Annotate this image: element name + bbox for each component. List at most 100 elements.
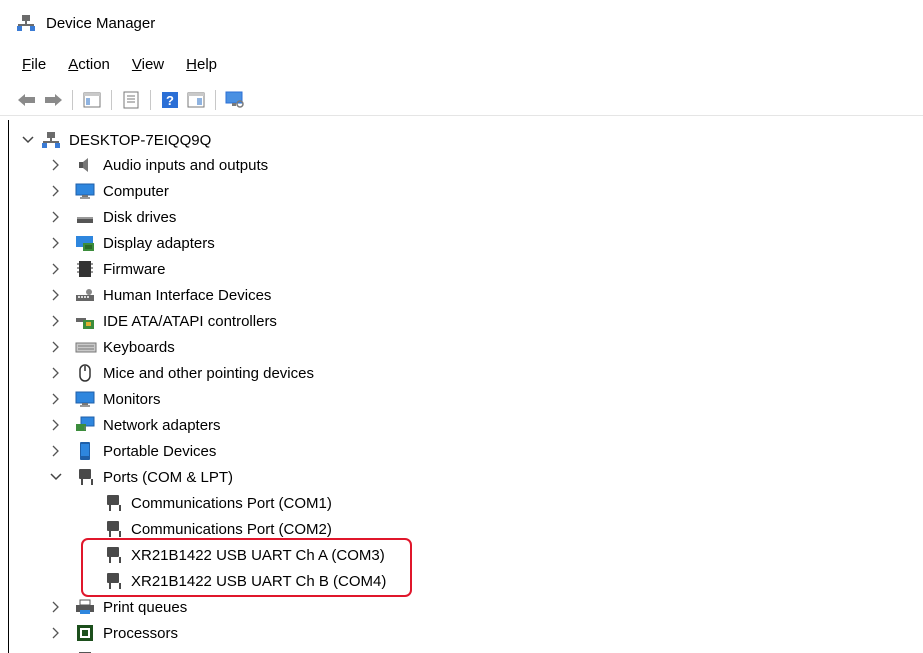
menu-file-rest: ile — [31, 55, 47, 73]
port-item-label: Communications Port (COM2) — [131, 520, 332, 538]
tree-item-label: Display adapters — [103, 234, 215, 252]
speaker-icon — [75, 156, 95, 174]
tree-item-print-queues[interactable]: Print queues — [49, 596, 187, 618]
tree-item-hid[interactable]: Human Interface Devices — [49, 284, 271, 306]
menu-help-accel: H — [186, 55, 197, 73]
tree-item-label: IDE ATA/ATAPI controllers — [103, 312, 277, 330]
port-icon — [75, 468, 95, 486]
tree-item-label: Portable Devices — [103, 442, 217, 460]
title-bar: Device Manager — [0, 0, 923, 46]
tree-item-audio[interactable]: Audio inputs and outputs — [49, 154, 268, 176]
tree-root-label: DESKTOP-7EIQQ9Q — [69, 131, 212, 149]
network-adapter-icon — [75, 416, 95, 434]
svg-text:?: ? — [166, 93, 174, 108]
tree-item-processors[interactable]: Processors — [49, 622, 178, 644]
monitor-icon — [75, 182, 95, 200]
toolbar: ? — [0, 84, 923, 116]
tree-item-label: Disk drives — [103, 208, 177, 226]
chevron-right-icon[interactable] — [49, 210, 63, 224]
menu-action-accel: A — [68, 55, 79, 73]
toolbar-separator — [150, 89, 151, 110]
tree-item-keyboards[interactable]: Keyboards — [49, 336, 175, 358]
scan-hardware-icon[interactable] — [224, 89, 246, 111]
chevron-right-icon[interactable] — [49, 418, 63, 432]
menu-file-accel: F — [22, 55, 32, 73]
chevron-right-icon[interactable] — [49, 392, 63, 406]
toolbar-separator — [111, 89, 112, 110]
tree-item-display-adapters[interactable]: Display adapters — [49, 232, 215, 254]
display-adapter-icon — [75, 234, 95, 252]
chevron-down-icon[interactable] — [21, 133, 35, 147]
chevron-down-icon[interactable] — [49, 470, 63, 484]
tree-item-mice[interactable]: Mice and other pointing devices — [49, 362, 314, 384]
tree-item-portable-devices[interactable]: Portable Devices — [49, 440, 216, 462]
menu-view-accel: V — [131, 55, 142, 73]
port-item-com1[interactable]: Communications Port (COM1) — [103, 492, 332, 514]
show-hide-console-tree-icon[interactable] — [81, 89, 103, 111]
menu-help[interactable]: Help — [186, 56, 217, 73]
tree-item-label: Monitors — [103, 390, 161, 408]
tree-item-firmware[interactable]: Firmware — [49, 258, 166, 280]
chevron-right-icon[interactable] — [49, 236, 63, 250]
menu-action-rest: ction — [78, 55, 110, 73]
hid-icon — [75, 286, 95, 304]
portable-device-icon — [75, 442, 95, 460]
tree-item-label: Firmware — [103, 260, 166, 278]
port-item-label: Communications Port (COM1) — [131, 494, 332, 512]
computer-tree-icon — [41, 131, 61, 149]
menu-action[interactable]: Action — [68, 56, 110, 73]
chevron-right-icon[interactable] — [49, 444, 63, 458]
device-manager-window: Device Manager File Action View Help ? D… — [0, 0, 923, 653]
processor-icon — [75, 624, 95, 642]
toolbar-separator — [72, 89, 73, 110]
tree-item-label: Mice and other pointing devices — [103, 364, 314, 382]
highlight-annotation — [81, 538, 412, 597]
chevron-right-icon[interactable] — [49, 288, 63, 302]
printer-icon — [75, 598, 95, 616]
tree-item-label: Network adapters — [103, 416, 221, 434]
ide-controller-icon — [75, 312, 95, 330]
chevron-right-icon[interactable] — [49, 340, 63, 354]
tree-item-label: Audio inputs and outputs — [103, 156, 269, 174]
properties-icon[interactable] — [120, 89, 142, 111]
tree-item-disk-drives[interactable]: Disk drives — [49, 206, 176, 228]
tree-item-monitors[interactable]: Monitors — [49, 388, 161, 410]
help-icon[interactable]: ? — [159, 89, 181, 111]
menu-file[interactable]: File — [22, 56, 46, 73]
device-manager-icon — [16, 14, 36, 32]
menu-bar: File Action View Help — [0, 52, 239, 76]
tree-item-computer[interactable]: Computer — [49, 180, 169, 202]
chevron-right-icon[interactable] — [49, 262, 63, 276]
tree-item-label: Computer — [103, 182, 169, 200]
tree-item-ports[interactable]: Ports (COM & LPT) — [49, 466, 233, 488]
menu-help-rest: elp — [196, 55, 218, 73]
back-icon[interactable] — [16, 89, 38, 111]
chevron-right-icon[interactable] — [49, 314, 63, 328]
menu-view[interactable]: View — [132, 56, 164, 73]
port-icon — [103, 494, 123, 512]
window-title: Device Manager — [46, 14, 156, 32]
keyboard-icon — [75, 338, 97, 356]
tree-item-network-adapters[interactable]: Network adapters — [49, 414, 221, 436]
chevron-right-icon[interactable] — [49, 158, 63, 172]
tree-item-label: Keyboards — [103, 338, 175, 356]
tree-item-partial — [49, 648, 103, 653]
firmware-icon — [75, 260, 95, 278]
chevron-right-icon[interactable] — [49, 184, 63, 198]
tree-item-label: Human Interface Devices — [103, 286, 272, 304]
tree-item-label: Ports (COM & LPT) — [103, 468, 234, 486]
port-item-com2[interactable]: Communications Port (COM2) — [103, 518, 332, 540]
port-icon — [103, 520, 123, 538]
update-driver-icon[interactable] — [185, 89, 207, 111]
chevron-right-icon[interactable] — [49, 366, 63, 380]
tree-item-ide-controllers[interactable]: IDE ATA/ATAPI controllers — [49, 310, 277, 332]
tree-item-label: Processors — [103, 624, 179, 642]
toolbar-separator — [215, 89, 216, 110]
monitor-icon — [75, 390, 95, 408]
tree-item-label: Print queues — [103, 598, 188, 616]
tree-root[interactable]: DESKTOP-7EIQQ9Q — [21, 129, 211, 151]
disk-drive-icon — [75, 208, 95, 226]
chevron-right-icon[interactable] — [49, 626, 63, 640]
chevron-right-icon[interactable] — [49, 600, 63, 614]
forward-icon[interactable] — [42, 89, 64, 111]
